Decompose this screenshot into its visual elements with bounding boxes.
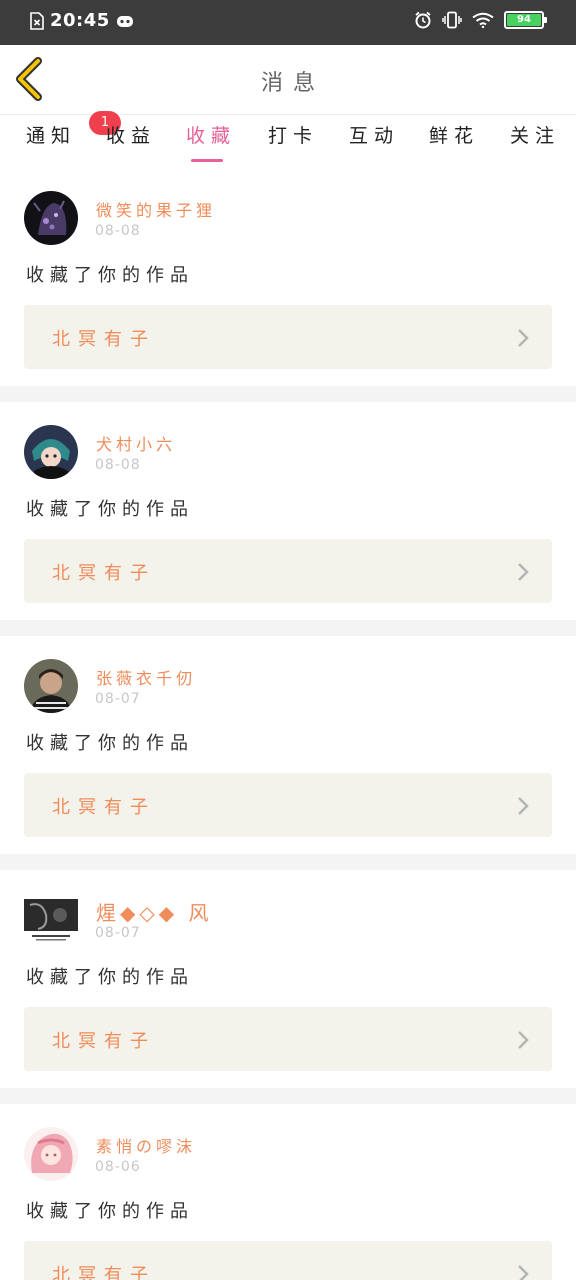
status-bar: 20:45 94: [0, 0, 576, 45]
sim-missing-icon: [30, 11, 44, 30]
tab-label: 通知: [26, 125, 77, 147]
divider: [0, 386, 576, 402]
message-item: 张薇衣千仞 08-07 收藏了你的作品 北冥有子: [0, 637, 576, 855]
message-item: 煋◆◇◆ 风 08-07 收藏了你的作品 北冥有子: [0, 871, 576, 1089]
work-title: 北冥有子: [52, 1031, 156, 1052]
tab-notifications[interactable]: 通知 1: [26, 111, 121, 161]
tab-label: 打卡: [268, 125, 319, 147]
avatar[interactable]: [24, 425, 78, 479]
message-item: 犬村小六 08-08 收藏了你的作品 北冥有子: [0, 403, 576, 621]
tab-checkin[interactable]: 打卡: [268, 121, 318, 161]
message-text: 收藏了你的作品: [26, 1201, 194, 1222]
wifi-icon: [472, 12, 494, 28]
chevron-right-icon: [518, 1265, 529, 1280]
alarm-icon: [415, 11, 431, 29]
tab-label: 互动: [349, 125, 400, 147]
username[interactable]: 张薇衣千仞: [96, 665, 196, 689]
username[interactable]: 素悄の嘐沫: [96, 1133, 196, 1157]
message-date: 08-08: [95, 223, 141, 239]
vibrate-icon: [442, 11, 462, 29]
chevron-right-icon: [518, 563, 529, 581]
work-link[interactable]: 北冥有子: [24, 539, 552, 603]
tab-favorites[interactable]: 收藏: [186, 121, 237, 162]
avatar[interactable]: [24, 893, 78, 947]
chevron-right-icon: [518, 329, 529, 347]
work-title: 北冥有子: [52, 329, 156, 350]
message-text: 收藏了你的作品: [26, 265, 194, 286]
tab-bar: 通知 1 收益 收藏 打卡 互动 鲜花 关注: [0, 111, 576, 163]
username[interactable]: 煋◆◇◆ 风: [96, 897, 213, 926]
work-title: 北冥有子: [52, 563, 156, 584]
status-time: 20:45: [50, 10, 110, 31]
avatar[interactable]: [24, 1127, 78, 1181]
work-title: 北冥有子: [52, 1265, 156, 1280]
battery-icon: 94: [504, 11, 547, 29]
status-bar-left: 20:45: [30, 10, 134, 31]
message-text: 收藏了你的作品: [26, 967, 194, 988]
username[interactable]: 犬村小六: [96, 431, 176, 455]
divider: [0, 854, 576, 870]
tab-label: 收益: [106, 125, 157, 147]
chevron-right-icon: [518, 797, 529, 815]
divider: [0, 1088, 576, 1104]
battery-level: 94: [507, 14, 541, 26]
message-date: 08-07: [95, 925, 141, 941]
message-item: 微笑的果子狸 08-08 收藏了你的作品 北冥有子: [0, 169, 576, 387]
work-link[interactable]: 北冥有子: [24, 305, 552, 369]
work-link[interactable]: 北冥有子: [24, 1241, 552, 1280]
app-notification-icon: [116, 15, 133, 27]
page-title: 消息: [260, 71, 325, 96]
work-link[interactable]: 北冥有子: [24, 773, 552, 837]
tab-earnings[interactable]: 收益: [106, 121, 156, 161]
tab-following[interactable]: 关注: [510, 121, 560, 161]
avatar[interactable]: [24, 191, 78, 245]
message-text: 收藏了你的作品: [26, 499, 194, 520]
tab-label: 关注: [510, 125, 561, 147]
app-header: 消息: [0, 45, 576, 115]
tab-label: 收藏: [186, 125, 237, 147]
work-link[interactable]: 北冥有子: [24, 1007, 552, 1071]
message-date: 08-07: [95, 691, 141, 707]
divider: [0, 620, 576, 636]
active-tab-indicator: [191, 159, 223, 162]
message-date: 08-08: [95, 457, 141, 473]
tab-label: 鲜花: [429, 125, 480, 147]
work-title: 北冥有子: [52, 797, 156, 818]
tab-flowers[interactable]: 鲜花: [429, 121, 479, 161]
status-bar-right: 94: [414, 11, 547, 29]
chevron-right-icon: [518, 1031, 529, 1049]
tab-interactions[interactable]: 互动: [349, 121, 399, 161]
username[interactable]: 微笑的果子狸: [96, 197, 216, 221]
message-text: 收藏了你的作品: [26, 733, 194, 754]
message-item: 素悄の嘐沫 08-06 收藏了你的作品 北冥有子: [0, 1105, 576, 1280]
avatar[interactable]: [24, 659, 78, 713]
message-date: 08-06: [95, 1159, 141, 1175]
